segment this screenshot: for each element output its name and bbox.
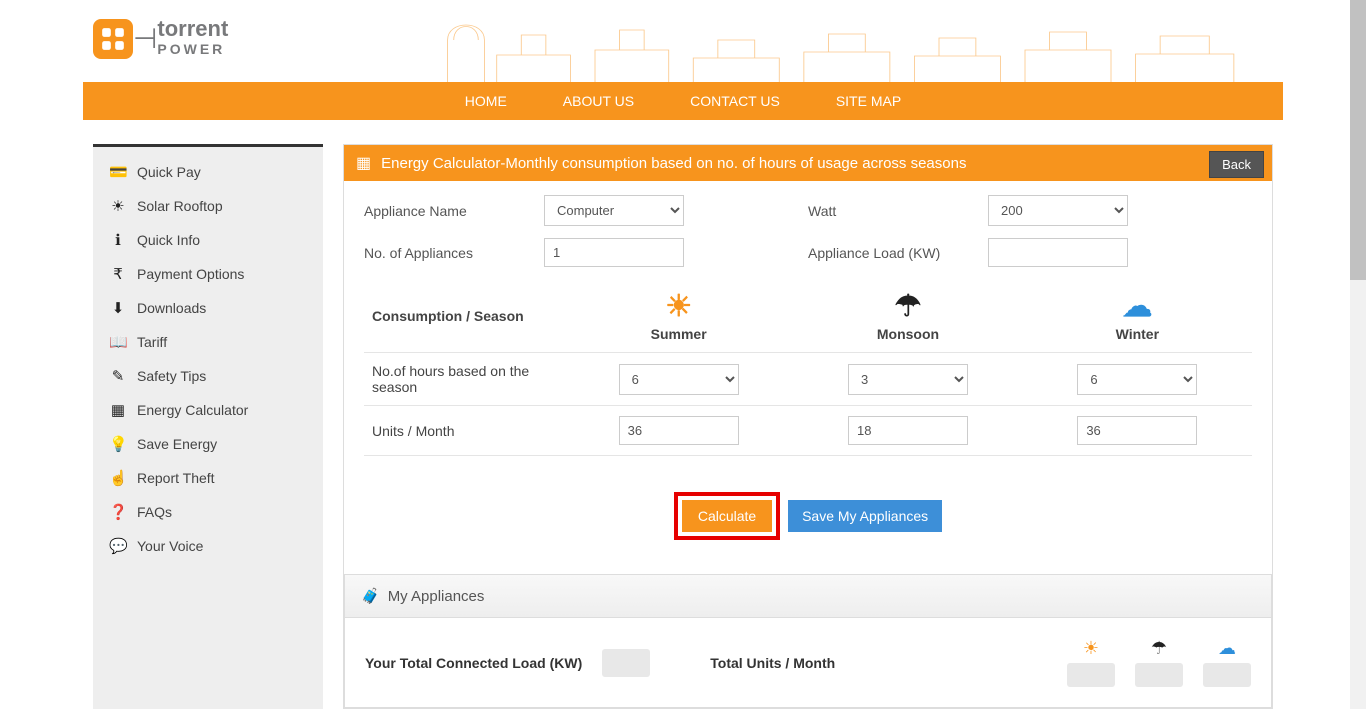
rupee-icon: ₹ (109, 265, 127, 283)
watt-label: Watt (808, 203, 988, 219)
back-button[interactable]: Back (1209, 151, 1264, 178)
summary-sun-icon: ☀ (1067, 638, 1115, 659)
total-load-value (602, 649, 650, 677)
logo-icon (93, 19, 133, 59)
card-icon: 💳 (109, 163, 127, 181)
logo-dash: ⊣ (133, 22, 157, 55)
sidebar-item-tariff[interactable]: 📖 Tariff (93, 325, 323, 359)
summary-winter-value (1203, 663, 1251, 687)
grid-icon: ▦ (356, 153, 371, 173)
sidebar-item-label: Downloads (137, 300, 206, 316)
appliance-load-input[interactable] (988, 238, 1128, 267)
cloud-icon: ☁ (1031, 289, 1244, 324)
chat-icon: 💬 (109, 537, 127, 555)
units-label: Units / Month (364, 406, 564, 456)
question-icon: ❓ (109, 503, 127, 521)
hours-label: No.of hours based on the season (364, 353, 564, 406)
sidebar-item-safety[interactable]: ✎ Safety Tips (93, 359, 323, 393)
sidebar-item-calculator[interactable]: ▦ Energy Calculator (93, 393, 323, 427)
consumption-season-header: Consumption / Season (364, 279, 564, 353)
bulb-icon: 💡 (109, 435, 127, 453)
book-icon: 📖 (109, 333, 127, 351)
summary-monsoon-value (1135, 663, 1183, 687)
calculate-highlight: Calculate (674, 492, 780, 540)
my-appliances-title: My Appliances (388, 588, 485, 605)
summary-umbrella-icon: ☂ (1135, 638, 1183, 659)
save-appliances-button[interactable]: Save My Appliances (788, 500, 942, 532)
nav-about[interactable]: ABOUT US (563, 93, 634, 109)
sidebar-item-report-theft[interactable]: ☝ Report Theft (93, 461, 323, 495)
summer-hours-select[interactable]: 6 (619, 364, 739, 395)
sidebar-item-label: Report Theft (137, 470, 215, 486)
panel-title: Energy Calculator-Monthly consumption ba… (381, 155, 966, 172)
sidebar-item-quickpay[interactable]: 💳 Quick Pay (93, 155, 323, 189)
sidebar-item-solar[interactable]: ☀ Solar Rooftop (93, 189, 323, 223)
monsoon-hours-select[interactable]: 3 (848, 364, 968, 395)
nav-contact[interactable]: CONTACT US (690, 93, 780, 109)
winter-label: Winter (1116, 326, 1159, 342)
nav-home[interactable]: HOME (465, 93, 507, 109)
sidebar-item-save-energy[interactable]: 💡 Save Energy (93, 427, 323, 461)
sun-gear-icon: ☀ (109, 197, 127, 215)
nav-sitemap[interactable]: SITE MAP (836, 93, 901, 109)
sidebar-item-label: Safety Tips (137, 368, 206, 384)
info-icon: ℹ (109, 231, 127, 249)
calculate-button[interactable]: Calculate (682, 500, 772, 532)
sun-icon: ☀ (572, 289, 785, 324)
briefcase-icon: 🧳 (361, 587, 380, 605)
summer-label: Summer (651, 326, 707, 342)
energy-calculator-panel: ▦ Energy Calculator-Monthly consumption … (343, 144, 1273, 709)
umbrella-icon: ☂ (801, 289, 1014, 324)
total-units-label: Total Units / Month (710, 655, 835, 671)
watt-select[interactable]: 200 (988, 195, 1128, 226)
summary-cloud-icon: ☁ (1203, 638, 1251, 659)
appliance-load-label: Appliance Load (KW) (808, 245, 988, 261)
sidebar-item-label: Quick Pay (137, 164, 201, 180)
no-appliances-input[interactable] (544, 238, 684, 267)
monsoon-label: Monsoon (877, 326, 939, 342)
summer-units-input[interactable] (619, 416, 739, 445)
appliance-name-select[interactable]: Computer (544, 195, 684, 226)
sidebar-item-label: FAQs (137, 504, 172, 520)
sidebar-item-downloads[interactable]: ⬇ Downloads (93, 291, 323, 325)
monsoon-units-input[interactable] (848, 416, 968, 445)
logo-brand: torrent (157, 18, 228, 40)
my-appliances-panel: 🧳 My Appliances Your Total Connected Loa… (344, 574, 1272, 708)
sidebar-item-quickinfo[interactable]: ℹ Quick Info (93, 223, 323, 257)
summary-summer-value (1067, 663, 1115, 687)
total-load-label: Your Total Connected Load (KW) (365, 655, 582, 671)
sidebar-item-label: Energy Calculator (137, 402, 248, 418)
sidebar-item-label: Solar Rooftop (137, 198, 223, 214)
skyline-illustration (423, 0, 1283, 82)
logo-sub: POWER (157, 40, 228, 60)
sidebar-item-label: Tariff (137, 334, 167, 350)
sidebar-item-your-voice[interactable]: 💬 Your Voice (93, 529, 323, 563)
sidebar-item-label: Your Voice (137, 538, 203, 554)
appliance-name-label: Appliance Name (364, 203, 544, 219)
wand-icon: ✎ (109, 367, 127, 385)
sidebar-item-label: Save Energy (137, 436, 217, 452)
grid-icon: ▦ (109, 401, 127, 419)
sidebar-item-label: Payment Options (137, 266, 244, 282)
no-appliances-label: No. of Appliances (364, 245, 544, 261)
winter-units-input[interactable] (1077, 416, 1197, 445)
sidebar-item-payment[interactable]: ₹ Payment Options (93, 257, 323, 291)
sidebar-item-faqs[interactable]: ❓ FAQs (93, 495, 323, 529)
sidebar-item-label: Quick Info (137, 232, 200, 248)
vertical-scrollbar[interactable] (1350, 0, 1366, 709)
main-nav: HOME ABOUT US CONTACT US SITE MAP (83, 82, 1283, 120)
sidebar: 💳 Quick Pay ☀ Solar Rooftop ℹ Quick Info ₹ P… (93, 144, 323, 709)
hand-icon: ☝ (109, 469, 127, 487)
download-icon: ⬇ (109, 299, 127, 317)
logo[interactable]: ⊣ torrent POWER (93, 18, 228, 60)
winter-hours-select[interactable]: 6 (1077, 364, 1197, 395)
